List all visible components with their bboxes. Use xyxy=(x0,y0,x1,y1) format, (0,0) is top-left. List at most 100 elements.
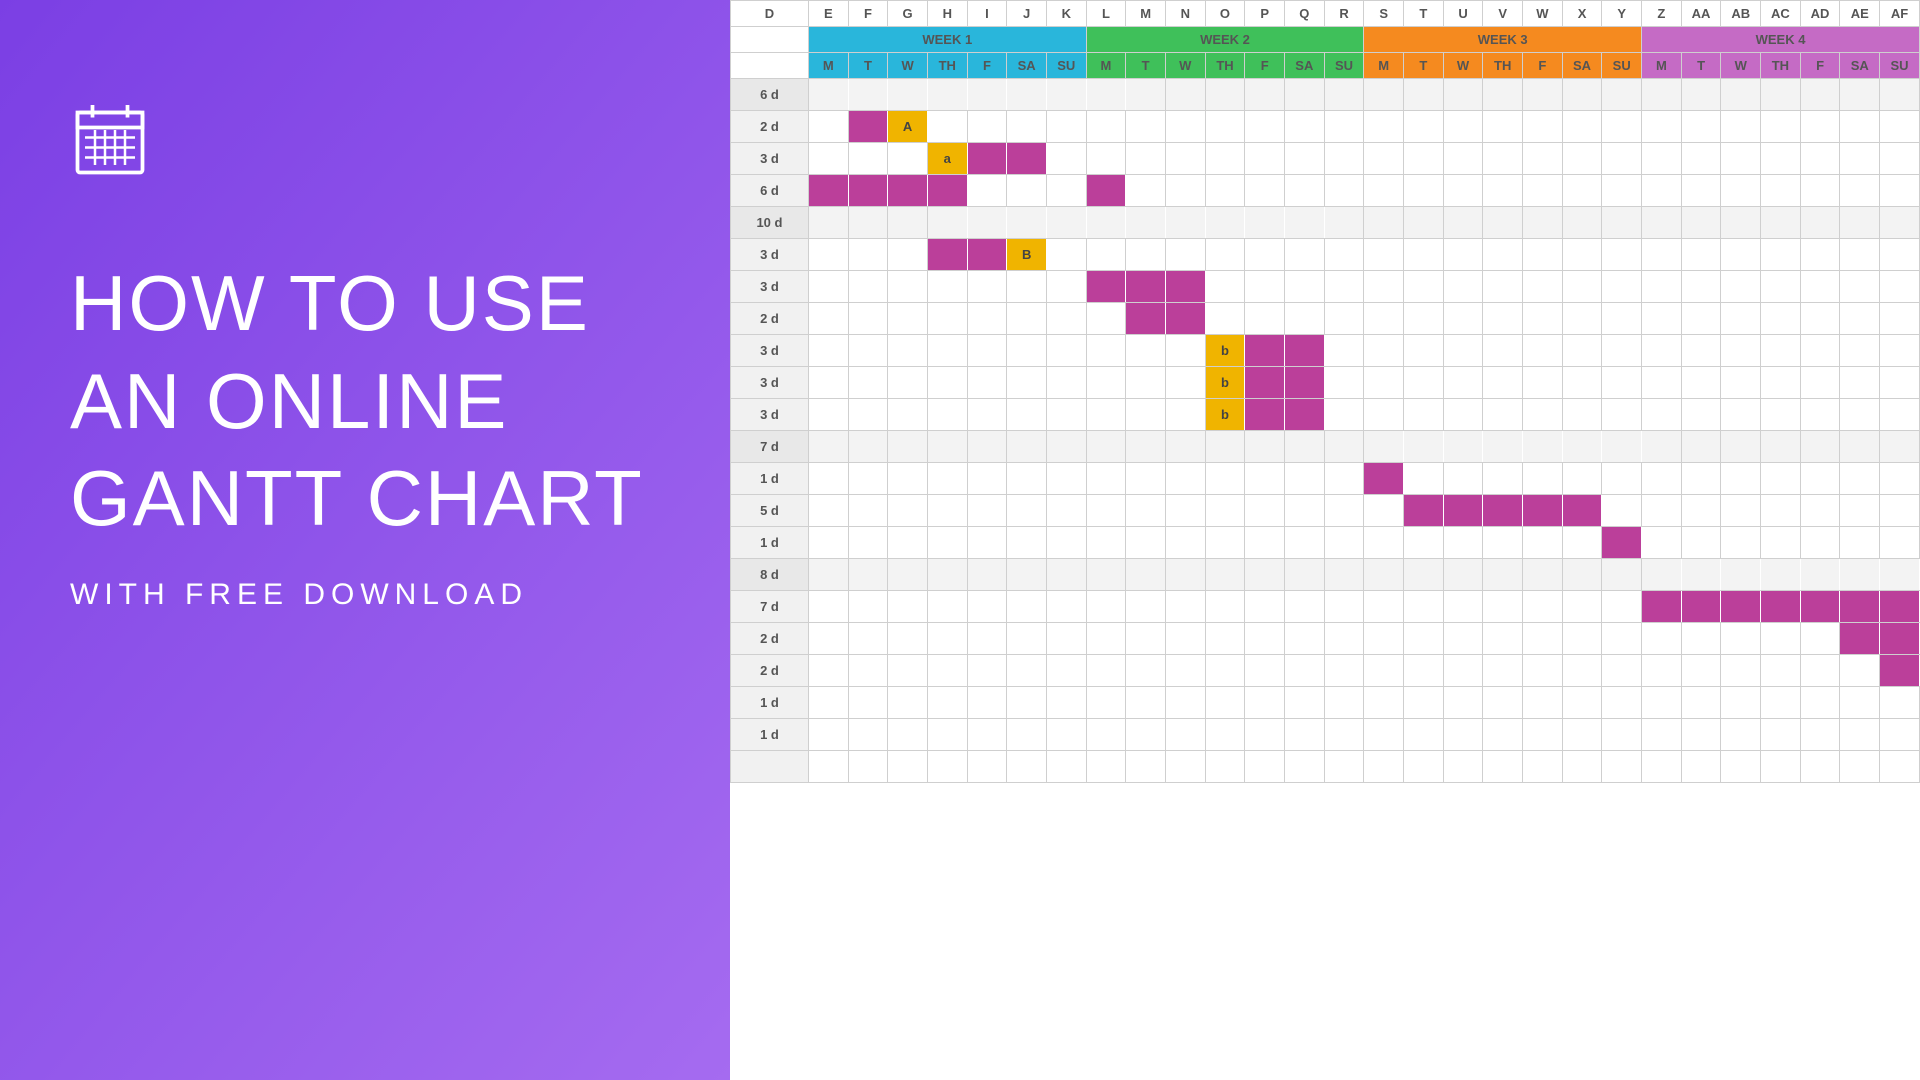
gantt-cell[interactable] xyxy=(927,399,967,431)
gantt-cell[interactable] xyxy=(1840,623,1880,655)
gantt-cell[interactable] xyxy=(1602,239,1642,271)
gantt-cell[interactable] xyxy=(1721,335,1761,367)
gantt-cell[interactable] xyxy=(1007,143,1047,175)
gantt-cell[interactable] xyxy=(1562,79,1602,111)
gantt-cell[interactable] xyxy=(1483,655,1523,687)
gantt-cell[interactable] xyxy=(1483,463,1523,495)
gantt-cell[interactable] xyxy=(1165,79,1205,111)
gantt-cell[interactable] xyxy=(1880,271,1920,303)
gantt-cell[interactable] xyxy=(1364,271,1404,303)
gantt-cell[interactable] xyxy=(1245,399,1285,431)
gantt-cell[interactable] xyxy=(1126,143,1166,175)
gantt-cell[interactable] xyxy=(888,751,928,783)
gantt-cell[interactable] xyxy=(1880,719,1920,751)
gantt-cell[interactable] xyxy=(1364,79,1404,111)
gantt-cell[interactable] xyxy=(1324,719,1364,751)
gantt-cell[interactable] xyxy=(1562,623,1602,655)
gantt-cell[interactable] xyxy=(1086,143,1126,175)
gantt-cell[interactable] xyxy=(1800,527,1840,559)
gantt-cell[interactable] xyxy=(1404,335,1444,367)
gantt-cell[interactable] xyxy=(1800,655,1840,687)
gantt-cell[interactable] xyxy=(1642,111,1682,143)
gantt-cell[interactable] xyxy=(967,79,1007,111)
gantt-cell[interactable] xyxy=(1840,719,1880,751)
gantt-cell[interactable] xyxy=(1523,687,1563,719)
gantt-cell[interactable] xyxy=(808,687,848,719)
gantt-cell[interactable] xyxy=(1443,495,1483,527)
gantt-cell[interactable] xyxy=(1880,175,1920,207)
gantt-cell[interactable] xyxy=(1800,495,1840,527)
gantt-cell[interactable] xyxy=(1523,399,1563,431)
gantt-cell[interactable] xyxy=(1642,463,1682,495)
gantt-cell[interactable] xyxy=(1205,591,1245,623)
gantt-cell[interactable] xyxy=(967,591,1007,623)
gantt-cell[interactable] xyxy=(1562,687,1602,719)
gantt-cell[interactable] xyxy=(888,719,928,751)
gantt-cell[interactable] xyxy=(1562,431,1602,463)
gantt-cell[interactable] xyxy=(1761,495,1801,527)
gantt-cell[interactable] xyxy=(1126,719,1166,751)
gantt-cell[interactable] xyxy=(1324,207,1364,239)
gantt-cell[interactable] xyxy=(808,239,848,271)
gantt-cell[interactable] xyxy=(1324,623,1364,655)
gantt-cell[interactable] xyxy=(1007,687,1047,719)
gantt-cell[interactable] xyxy=(1880,527,1920,559)
gantt-cell[interactable] xyxy=(1086,463,1126,495)
gantt-cell[interactable] xyxy=(1364,687,1404,719)
gantt-cell[interactable] xyxy=(1602,655,1642,687)
gantt-cell[interactable] xyxy=(1007,399,1047,431)
gantt-cell[interactable] xyxy=(1602,207,1642,239)
gantt-cell[interactable] xyxy=(1324,79,1364,111)
gantt-cell[interactable] xyxy=(1086,271,1126,303)
gantt-cell[interactable] xyxy=(1681,623,1721,655)
gantt-cell[interactable] xyxy=(808,399,848,431)
gantt-cell[interactable] xyxy=(808,207,848,239)
gantt-cell[interactable] xyxy=(888,399,928,431)
gantt-cell[interactable] xyxy=(1086,399,1126,431)
gantt-cell[interactable] xyxy=(1721,271,1761,303)
gantt-cell[interactable] xyxy=(1285,687,1325,719)
gantt-cell[interactable] xyxy=(1602,431,1642,463)
gantt-cell[interactable] xyxy=(1285,655,1325,687)
gantt-cell[interactable] xyxy=(1404,239,1444,271)
gantt-cell[interactable] xyxy=(1364,399,1404,431)
gantt-cell[interactable] xyxy=(1285,175,1325,207)
gantt-cell[interactable] xyxy=(1880,463,1920,495)
gantt-cell[interactable] xyxy=(1562,495,1602,527)
gantt-cell[interactable] xyxy=(848,591,888,623)
gantt-cell[interactable] xyxy=(1523,239,1563,271)
gantt-cell[interactable] xyxy=(848,527,888,559)
gantt-cell[interactable] xyxy=(1046,431,1086,463)
gantt-cell[interactable] xyxy=(888,143,928,175)
gantt-cell[interactable] xyxy=(1324,175,1364,207)
gantt-cell[interactable] xyxy=(967,303,1007,335)
gantt-cell[interactable] xyxy=(1800,687,1840,719)
gantt-cell[interactable] xyxy=(1205,303,1245,335)
gantt-cell[interactable] xyxy=(1324,751,1364,783)
gantt-cell[interactable] xyxy=(1840,687,1880,719)
gantt-cell[interactable] xyxy=(1126,527,1166,559)
gantt-cell[interactable] xyxy=(1126,335,1166,367)
gantt-cell[interactable] xyxy=(1880,623,1920,655)
gantt-cell[interactable] xyxy=(888,687,928,719)
gantt-cell[interactable] xyxy=(1404,143,1444,175)
gantt-cell[interactable] xyxy=(888,271,928,303)
gantt-cell[interactable] xyxy=(1364,623,1404,655)
gantt-cell[interactable] xyxy=(1800,143,1840,175)
gantt-cell[interactable] xyxy=(1443,655,1483,687)
gantt-cell[interactable] xyxy=(1404,175,1444,207)
gantt-cell[interactable] xyxy=(1364,719,1404,751)
gantt-cell[interactable] xyxy=(1245,751,1285,783)
gantt-cell[interactable] xyxy=(1602,367,1642,399)
gantt-cell[interactable] xyxy=(1205,719,1245,751)
gantt-cell[interactable] xyxy=(848,303,888,335)
gantt-cell[interactable] xyxy=(1483,207,1523,239)
gantt-cell[interactable] xyxy=(1562,463,1602,495)
gantt-cell[interactable] xyxy=(1761,175,1801,207)
gantt-cell[interactable] xyxy=(1523,463,1563,495)
gantt-cell[interactable] xyxy=(1721,495,1761,527)
gantt-cell[interactable] xyxy=(1404,399,1444,431)
gantt-cell[interactable] xyxy=(1404,591,1444,623)
gantt-cell[interactable] xyxy=(1681,367,1721,399)
gantt-cell[interactable] xyxy=(1324,399,1364,431)
